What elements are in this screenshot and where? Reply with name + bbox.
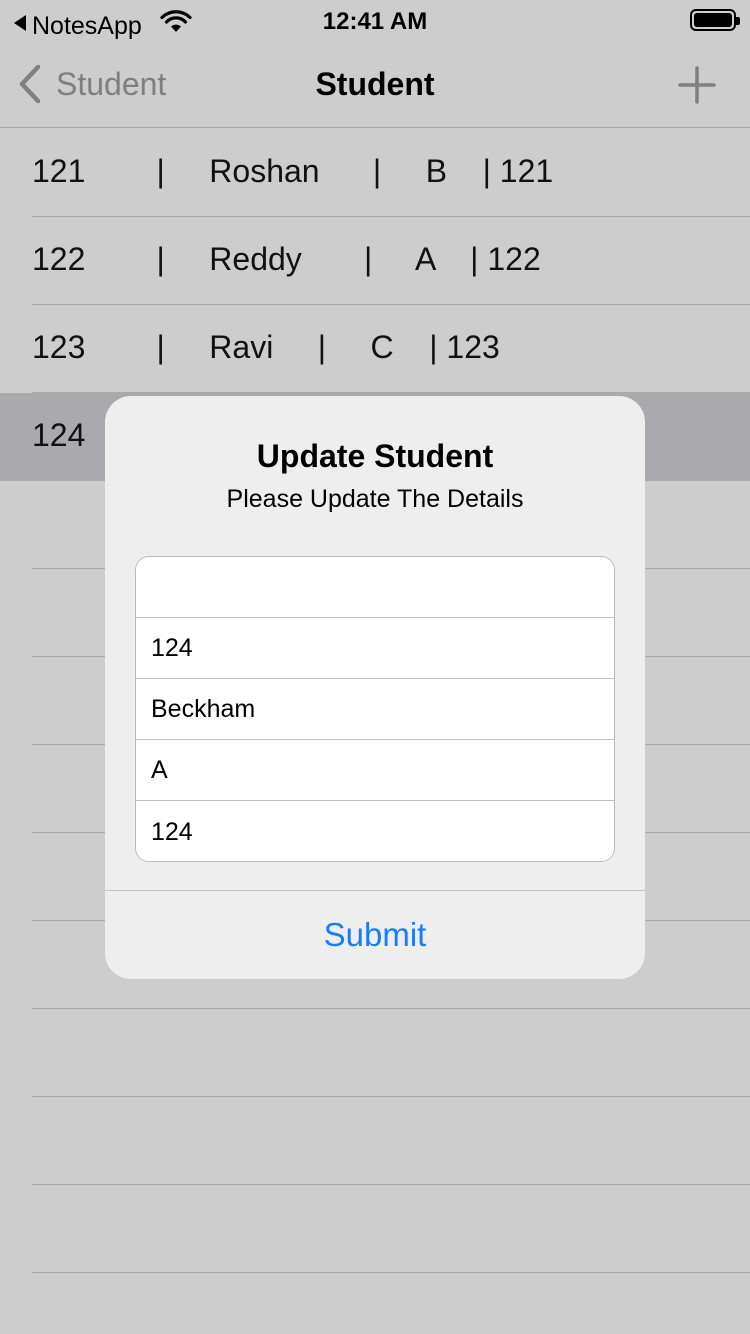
alert-title: Update Student: [256, 438, 494, 474]
grade-field[interactable]: [136, 740, 614, 801]
alert-field-group: [135, 556, 615, 862]
empty-row: [0, 1185, 750, 1273]
table-row[interactable]: 122 | Reddy | A | 122: [0, 217, 750, 305]
table-row[interactable]: 121 | Roshan | B | 121: [0, 129, 750, 217]
roll-number-field[interactable]: [136, 618, 614, 679]
empty-row: [0, 1273, 750, 1334]
row-text: 122 | Reddy | A | 122: [32, 241, 541, 277]
row-text: 121 | Roshan | B | 121: [32, 153, 554, 189]
id-field[interactable]: [136, 801, 614, 861]
empty-row: [0, 1009, 750, 1097]
status-time: 12:41 AM: [322, 8, 428, 35]
update-student-alert: Update Student Please Update The Details…: [105, 396, 645, 979]
page-title: Student: [315, 66, 435, 102]
empty-row: [0, 1097, 750, 1185]
status-bar: NotesApp 12:41 AM: [0, 0, 750, 40]
submit-button[interactable]: Submit: [105, 891, 645, 979]
battery-icon: [690, 9, 740, 31]
alert-field-1[interactable]: [136, 557, 614, 618]
screen: NotesApp 12:41 AM Student Student 121 | …: [0, 0, 750, 1334]
alert-message: Please Update The Details: [226, 485, 524, 513]
plus-icon[interactable]: [678, 66, 716, 104]
name-field[interactable]: [136, 679, 614, 740]
row-text: 124: [32, 417, 86, 453]
row-text: 123 | Ravi | C | 123: [32, 329, 500, 365]
navigation-bar: Student Student: [0, 40, 750, 128]
table-row[interactable]: 123 | Ravi | C | 123: [0, 305, 750, 393]
